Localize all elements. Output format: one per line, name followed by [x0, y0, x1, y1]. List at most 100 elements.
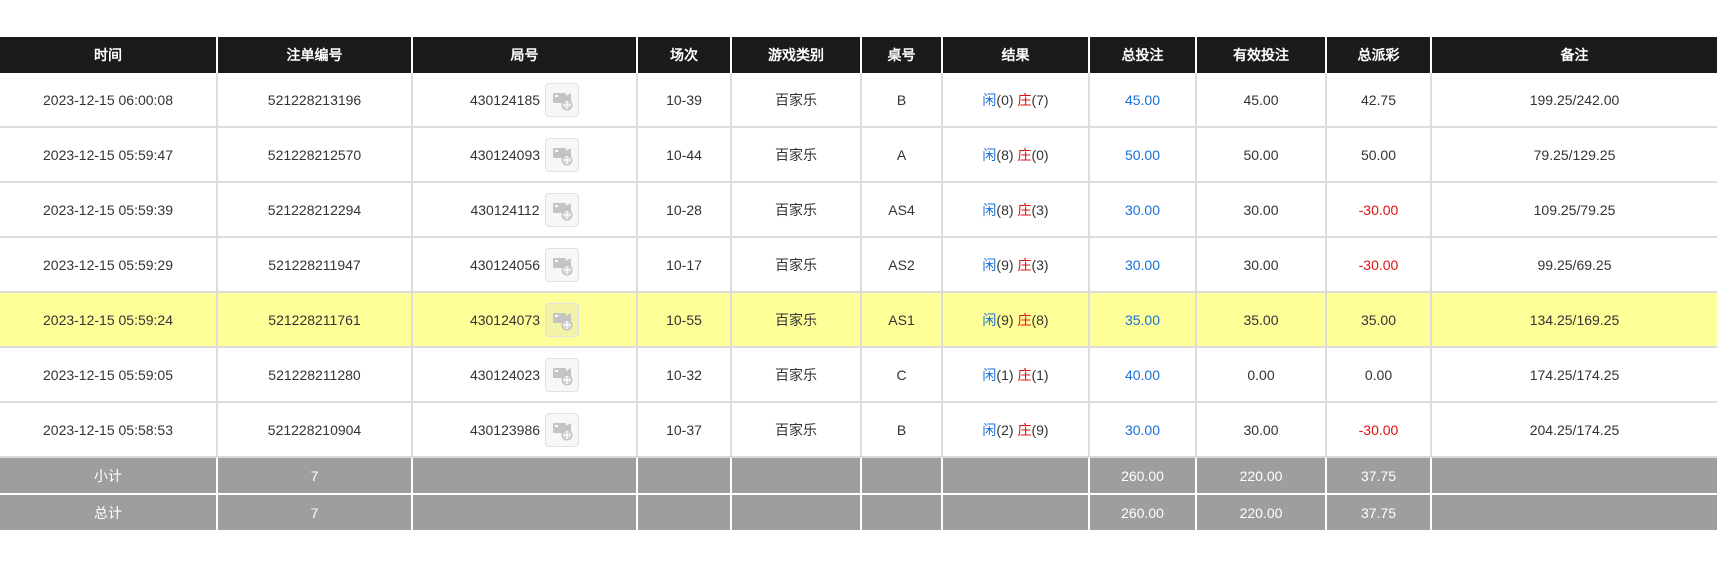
cell-round: 430124093 [411, 127, 637, 183]
cell-session: 10-39 [636, 73, 731, 128]
banker-score: (1) [1031, 366, 1049, 383]
cell-payout: -30.00 [1325, 402, 1431, 458]
cell-time: 2023-12-15 05:59:05 [0, 347, 217, 403]
player-label: 闲 [982, 366, 997, 383]
subtotal-empty [636, 457, 731, 495]
cell-result: 闲(9) 庄(3) [941, 237, 1089, 293]
cell-payout: 0.00 [1325, 347, 1431, 403]
table-row: 2023-12-15 05:59:05 521228211280 4301240… [0, 347, 1717, 403]
video-replay-icon[interactable] [545, 302, 580, 337]
video-replay-icon-graphic [553, 422, 573, 440]
cell-payout: 50.00 [1325, 127, 1431, 183]
round-wrap: 430124185 [470, 82, 580, 117]
cell-note: 199.25/242.00 [1430, 73, 1717, 128]
cell-payout: -30.00 [1325, 237, 1431, 293]
cell-time: 2023-12-15 05:59:39 [0, 182, 217, 238]
subtotal-empty [411, 457, 637, 495]
subtotal-empty [941, 457, 1089, 495]
cell-time: 2023-12-15 06:00:08 [0, 73, 217, 128]
cell-note: 99.25/69.25 [1430, 237, 1717, 293]
cell-total-bet: 40.00 [1088, 347, 1196, 403]
round-wrap: 430123986 [469, 412, 580, 447]
video-replay-icon[interactable] [545, 247, 580, 282]
cell-session: 10-28 [636, 182, 731, 238]
cell-round: 430124073 [411, 292, 637, 348]
round-number: 430124023 [469, 366, 541, 383]
cell-note: 79.25/129.25 [1430, 127, 1717, 183]
cell-payout: 35.00 [1325, 292, 1431, 348]
video-replay-icon-graphic [553, 312, 573, 330]
cell-payout: 42.75 [1325, 73, 1431, 128]
cell-table: B [860, 73, 942, 128]
cell-bet-id: 521228211761 [216, 292, 412, 348]
video-replay-icon[interactable] [545, 357, 580, 392]
header-total-bet: 总投注 [1088, 37, 1196, 73]
cell-table: B [860, 402, 942, 458]
cell-session: 10-55 [636, 292, 731, 348]
round-wrap: 430124023 [469, 357, 580, 392]
bet-record-table: 时间 注单编号 局号 场次 游戏类别 桌号 结果 总投注 有效投注 总派彩 备注… [0, 37, 1717, 532]
player-score: (9) [996, 311, 1014, 328]
player-label: 闲 [982, 256, 997, 273]
banker-score: (0) [1031, 146, 1049, 163]
round-number: 430123986 [469, 421, 541, 438]
cell-time: 2023-12-15 05:59:24 [0, 292, 217, 348]
banker-score: (7) [1031, 91, 1049, 108]
grand-total-row: 总计 7 260.00 220.00 37.75 [0, 494, 1717, 532]
cell-valid-bet: 35.00 [1195, 292, 1326, 348]
grand-total-empty [636, 494, 731, 532]
cell-note: 174.25/174.25 [1430, 347, 1717, 403]
cell-valid-bet: 50.00 [1195, 127, 1326, 183]
round-number: 430124093 [469, 146, 541, 163]
subtotal-empty [730, 457, 861, 495]
video-replay-icon[interactable] [545, 82, 580, 117]
cell-total-bet: 30.00 [1088, 182, 1196, 238]
table-header: 时间 注单编号 局号 场次 游戏类别 桌号 结果 总投注 有效投注 总派彩 备注 [0, 37, 1717, 73]
round-number: 430124073 [469, 311, 541, 328]
table-row: 2023-12-15 06:00:08 521228213196 4301241… [0, 73, 1717, 128]
cell-note: 134.25/169.25 [1430, 292, 1717, 348]
player-label: 闲 [982, 201, 997, 218]
cell-valid-bet: 45.00 [1195, 73, 1326, 128]
video-replay-icon[interactable] [545, 412, 580, 447]
cell-result: 闲(0) 庄(7) [941, 73, 1089, 128]
cell-valid-bet: 0.00 [1195, 347, 1326, 403]
cell-time: 2023-12-15 05:59:47 [0, 127, 217, 183]
table-body: 2023-12-15 06:00:08 521228213196 4301241… [0, 73, 1717, 458]
cell-round: 430124023 [411, 347, 637, 403]
subtotal-payout: 37.75 [1325, 457, 1431, 495]
header-time: 时间 [0, 37, 217, 73]
table-row: 2023-12-15 05:59:24 521228211761 4301240… [0, 292, 1717, 348]
cell-table: C [860, 347, 942, 403]
grand-total-valid-bet: 220.00 [1195, 494, 1326, 532]
player-score: (8) [996, 146, 1014, 163]
cell-game-type: 百家乐 [730, 237, 861, 293]
player-score: (2) [996, 421, 1014, 438]
cell-time: 2023-12-15 05:59:29 [0, 237, 217, 293]
grand-total-payout: 37.75 [1325, 494, 1431, 532]
cell-payout: -30.00 [1325, 182, 1431, 238]
cell-total-bet: 30.00 [1088, 402, 1196, 458]
cell-table: AS1 [860, 292, 942, 348]
table-row: 2023-12-15 05:58:53 521228210904 4301239… [0, 402, 1717, 458]
cell-session: 10-37 [636, 402, 731, 458]
cell-bet-id: 521228212570 [216, 127, 412, 183]
video-replay-icon[interactable] [545, 137, 580, 172]
cell-result: 闲(9) 庄(8) [941, 292, 1089, 348]
player-label: 闲 [982, 146, 997, 163]
cell-result: 闲(8) 庄(0) [941, 127, 1089, 183]
video-replay-icon[interactable] [544, 192, 579, 227]
table-row: 2023-12-15 05:59:39 521228212294 4301241… [0, 182, 1717, 238]
grand-total-empty [411, 494, 637, 532]
header-row: 时间 注单编号 局号 场次 游戏类别 桌号 结果 总投注 有效投注 总派彩 备注 [0, 37, 1717, 73]
cell-note: 204.25/174.25 [1430, 402, 1717, 458]
subtotal-label: 小计 [0, 457, 217, 495]
subtotal-empty [860, 457, 942, 495]
banker-score: (3) [1031, 201, 1049, 218]
grand-total-label: 总计 [0, 494, 217, 532]
banker-label: 庄 [1017, 146, 1032, 163]
cell-round: 430124056 [411, 237, 637, 293]
subtotal-empty [1430, 457, 1717, 495]
banker-label: 庄 [1017, 91, 1032, 108]
table-footer: 小计 7 260.00 220.00 37.75 总计 7 260.00 220… [0, 457, 1717, 532]
